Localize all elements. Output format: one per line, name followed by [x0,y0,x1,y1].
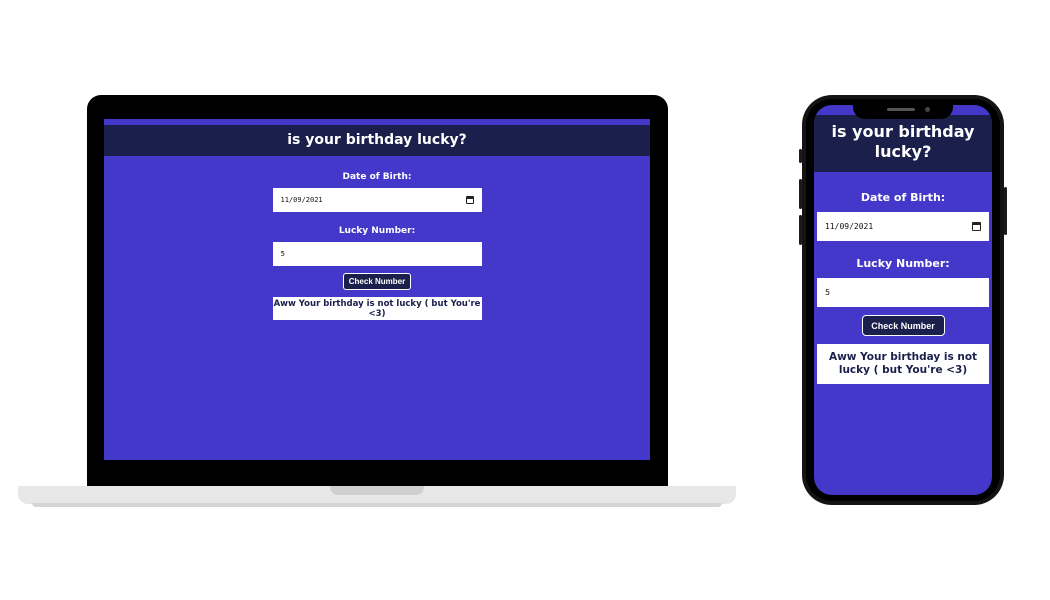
lucky-number-value: 5 [280,250,285,258]
calendar-icon[interactable] [465,196,474,204]
lucky-number-label: Lucky Number: [856,257,950,270]
laptop-screen: is your birthday lucky? Date of Birth: 1… [104,119,650,460]
dob-input[interactable]: 11/09/2021 [272,188,482,212]
result-output: Aww Your birthday is not lucky ( but You… [272,297,482,320]
lucky-number-input[interactable]: 5 [272,242,482,266]
lucky-number-label: Lucky Number: [338,226,416,236]
phone-mute-switch [799,149,802,163]
lucky-number-value: 5 [825,288,831,297]
page-title: is your birthday lucky? [104,125,650,156]
dob-value: 11/09/2021 [825,222,874,231]
camera-icon [925,107,930,112]
check-number-button[interactable]: Check Number [861,315,945,336]
phone-notch [853,105,953,119]
page-title: is your birthday lucky? [814,115,992,172]
laptop-base-shadow [32,503,722,507]
phone-screen: is your birthday lucky? Date of Birth: 1… [814,105,992,495]
dob-value: 11/09/2021 [280,196,323,204]
phone-volume-down [799,215,802,245]
dob-label: Date of Birth: [860,191,946,204]
speaker-icon [887,108,915,111]
phone-power-button [1004,187,1007,235]
calendar-icon[interactable] [972,222,981,231]
lucky-number-input[interactable]: 5 [817,278,989,307]
check-number-button[interactable]: Check Number [343,273,411,290]
laptop-trackpad-notch [330,486,424,495]
dob-input[interactable]: 11/09/2021 [817,212,989,241]
dob-label: Date of Birth: [342,172,412,182]
laptop-lid: is your birthday lucky? Date of Birth: 1… [87,95,668,487]
result-output: Aww Your birthday is not lucky ( but You… [817,344,989,384]
phone-mockup: is your birthday lucky? Date of Birth: 1… [799,95,1007,505]
phone-volume-up [799,179,802,209]
